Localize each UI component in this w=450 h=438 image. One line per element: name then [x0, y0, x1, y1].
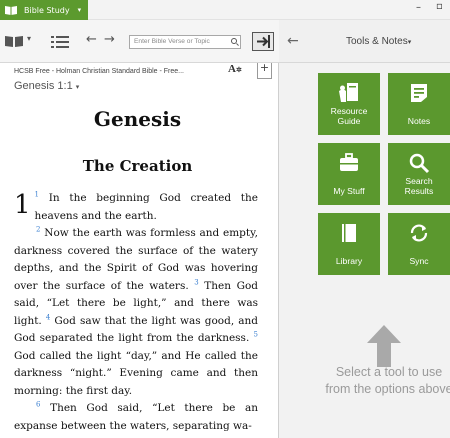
my-stuff-icon [338, 152, 360, 174]
open-panel-button[interactable] [252, 32, 274, 51]
tools-panel: Resource Guide Notes My Stuff Search Resul… [279, 63, 450, 438]
verse-text-1: In the beginning God created the heavens… [34, 192, 258, 222]
verse-number[interactable]: 3 [194, 278, 198, 286]
verse-paragraph: 1 1 In the beginning God created the hea… [14, 190, 258, 225]
reference-label: Genesis 1:1 [14, 80, 73, 92]
app-tab-label: Bible Study [24, 5, 70, 15]
library-book-icon[interactable] [4, 33, 24, 52]
tile-label: Notes [407, 116, 431, 126]
verse-paragraph: 2 Now the earth was formless and empty, … [14, 225, 258, 400]
verse-number[interactable]: 4 [46, 313, 50, 321]
back-arrow-icon[interactable]: ← [287, 33, 299, 49]
tools-title-label: Tools & Notes [346, 36, 408, 47]
app-window: Bible Study ▾ – ▫ ▾ ← → Enter Bible Vers… [0, 0, 450, 438]
app-menu-tab[interactable]: Bible Study ▾ [0, 0, 88, 20]
tool-tile-notes[interactable]: Notes [388, 73, 450, 135]
sync-icon [408, 222, 430, 244]
list-view-icon[interactable] [51, 34, 69, 53]
bible-logo-icon [4, 4, 18, 16]
verse-number[interactable]: 5 [254, 331, 258, 339]
verse-text-6: Then God said, “Let there be an expanse … [14, 402, 258, 432]
verse-text-5: God called the light “day,” and He calle… [14, 349, 258, 397]
search-icon[interactable] [231, 38, 237, 44]
tile-label: Sync [409, 256, 429, 266]
tool-tile-library[interactable]: Library [318, 213, 380, 275]
tools-toolbar: ← Tools & Notes▾ [279, 20, 450, 63]
tile-label: My Stuff [333, 186, 365, 196]
tool-tile-sync[interactable]: Sync [388, 213, 450, 275]
chevron-down-icon[interactable]: ▾ [27, 34, 31, 43]
tile-label: Resource Guide [330, 106, 368, 126]
search-results-icon [408, 152, 430, 174]
verse-number[interactable]: 6 [36, 401, 40, 409]
resource-guide-icon [338, 82, 360, 104]
maximize-button[interactable]: ▫ [436, 1, 443, 12]
verse-text: 1 1 In the beginning God created the hea… [14, 190, 258, 435]
verse-text-4: God saw that the light was good, and God… [14, 314, 258, 345]
bookmark-add-button[interactable]: + [257, 63, 272, 79]
verse-paragraph: 6 Then God said, “Let there be an expans… [14, 400, 258, 435]
library-icon [338, 222, 360, 244]
tool-tile-resource-guide[interactable]: Resource Guide [318, 73, 380, 135]
arrow-up-icon [367, 325, 401, 367]
chevron-down-icon: ▾ [75, 84, 80, 91]
chevron-down-icon: ▾ [77, 6, 82, 14]
notes-icon [408, 82, 430, 104]
reader-toolbar: ▾ ← → Enter Bible Verse or Topic [0, 20, 279, 63]
book-title: Genesis [93, 107, 182, 131]
title-bar: Bible Study ▾ – ▫ [0, 0, 450, 20]
forward-arrow-icon[interactable]: → [104, 32, 115, 47]
tool-tile-search-results[interactable]: Search Results [388, 143, 450, 205]
search-placeholder: Enter Bible Verse or Topic [134, 38, 210, 45]
chapter-number: 1 [14, 190, 31, 220]
tools-menu[interactable]: Tools & Notes▾ [346, 36, 411, 47]
search-input[interactable]: Enter Bible Verse or Topic [129, 35, 241, 49]
bible-text-panel: HCSB Free - Holman Christian Standard Bi… [0, 63, 279, 438]
minimize-button[interactable]: – [416, 2, 421, 13]
section-title: The Creation [82, 157, 193, 175]
tool-tile-my-stuff[interactable]: My Stuff [318, 143, 380, 205]
verse-number[interactable]: 2 [36, 226, 40, 234]
tile-label: Search Results [404, 176, 434, 196]
tile-label: Library [335, 256, 363, 266]
bible-version-label[interactable]: HCSB Free - Holman Christian Standard Bi… [14, 68, 184, 75]
verse-number[interactable]: 1 [35, 191, 39, 199]
reference-selector[interactable]: Genesis 1:1 ▾ [14, 80, 79, 92]
tool-hint: Select a tool to use from the options abo… [325, 365, 450, 396]
back-arrow-icon[interactable]: ← [86, 32, 97, 47]
text-settings-icon[interactable]: A✲ [228, 63, 242, 75]
chevron-down-icon: ▾ [407, 39, 412, 46]
